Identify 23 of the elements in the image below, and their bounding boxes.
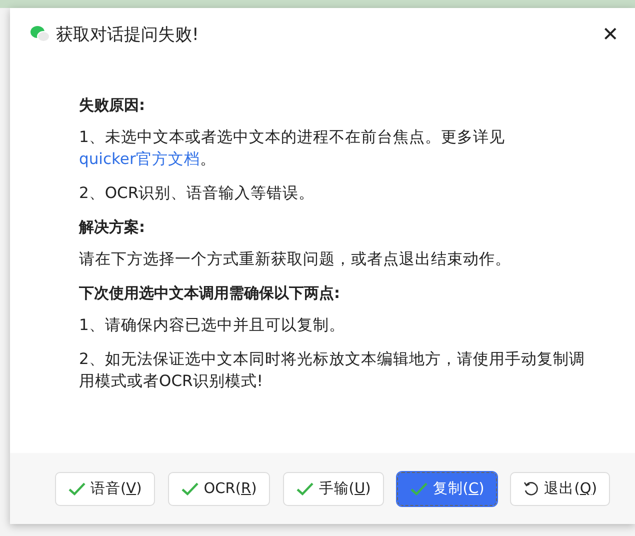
- action-button[interactable]: 退出(Q): [510, 472, 610, 506]
- window-title: 获取对话提问失败!: [56, 24, 200, 46]
- checkmark-icon: [410, 482, 428, 496]
- action-button[interactable]: 语音(V): [54, 472, 155, 506]
- close-button[interactable]: ✕: [598, 22, 623, 46]
- paragraph-text: 2、OCR识别、语音输入等错误。: [79, 183, 316, 204]
- checkmark-icon: [180, 482, 199, 496]
- section-heading: 解决方案:: [79, 217, 146, 238]
- action-button[interactable]: OCR(R): [168, 472, 270, 506]
- paragraph-text: 1、请确保内容已选中并且可以复制。: [79, 315, 346, 336]
- section-heading: 下次使用选中文本调用需确保以下两点:: [79, 283, 341, 304]
- action-button[interactable]: 手输(U): [282, 472, 384, 506]
- paragraph-text: 2、如无法保证选中文本同时将光标放文本编辑地方，请使用手动复制调用模式或者OCR识别模式!: [79, 349, 586, 392]
- paragraph-text: 。: [200, 150, 216, 168]
- undo-icon: [523, 480, 540, 496]
- paragraph-text: 1、未选中文本或者选中文本的进程不在前台焦点。更多详见: [79, 128, 505, 146]
- paragraph-text: 请在下方选择一个方式重新获取问题，或者点退出结束动作。: [79, 249, 512, 270]
- checkmark-icon: [68, 482, 86, 496]
- checkmark-icon: [296, 482, 314, 496]
- docs-link[interactable]: quicker官方文档: [79, 150, 200, 168]
- chat-bubbles-icon: [30, 25, 50, 43]
- section-heading: 失败原因:: [79, 95, 146, 116]
- action-button[interactable]: 复制(C): [396, 472, 498, 506]
